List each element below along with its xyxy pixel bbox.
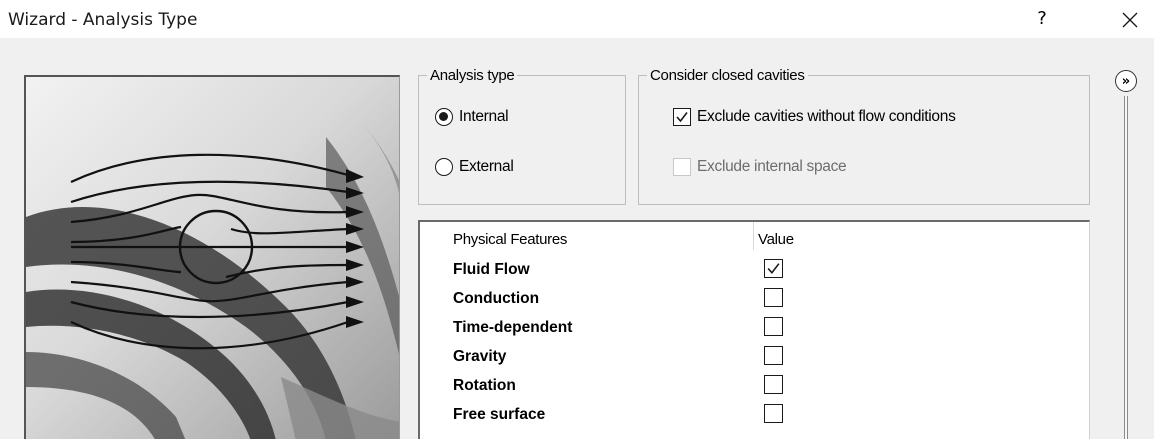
feature-name: Rotation xyxy=(453,377,516,394)
feature-name: Free surface xyxy=(453,406,546,423)
close-button[interactable] xyxy=(1112,4,1148,34)
free-surface-checkbox[interactable] xyxy=(764,404,783,423)
table-row: Rotation xyxy=(420,375,1090,397)
exclude-internal-space-label: Exclude internal space xyxy=(697,158,847,175)
window-title: Wizard - Analysis Type xyxy=(8,10,198,30)
table-row: Free surface xyxy=(420,404,1090,426)
table-row: Time-dependent xyxy=(420,317,1090,339)
table-row: Gravity xyxy=(420,346,1090,368)
closed-cavities-title: Consider closed cavities xyxy=(647,67,808,84)
exclude-internal-space-checkbox-box xyxy=(673,158,691,176)
closed-cavities-group: Consider closed cavities Exclude cavitie… xyxy=(638,67,1090,205)
conduction-checkbox[interactable] xyxy=(764,288,783,307)
column-divider[interactable] xyxy=(753,222,754,250)
column-header-features[interactable]: Physical Features xyxy=(453,231,567,248)
exclude-cavities-checkbox-box[interactable] xyxy=(673,108,691,126)
feature-name: Gravity xyxy=(453,348,507,365)
analysis-type-title: Analysis type xyxy=(427,67,518,84)
column-header-value[interactable]: Value xyxy=(758,231,794,248)
fluid-flow-checkbox[interactable] xyxy=(764,259,783,278)
flow-illustration xyxy=(24,75,400,439)
analysis-type-group: Analysis type Internal External xyxy=(418,67,626,205)
close-icon xyxy=(1122,12,1138,28)
side-panel-rail xyxy=(1124,96,1128,439)
checkmark-icon xyxy=(676,112,688,123)
radio-internal-indicator[interactable] xyxy=(435,108,453,126)
gravity-checkbox[interactable] xyxy=(764,346,783,365)
help-button[interactable]: ? xyxy=(1026,4,1058,34)
exclude-cavities-label: Exclude cavities without flow conditions xyxy=(697,108,956,125)
radio-external-label: External xyxy=(459,158,514,175)
title-bar: Wizard - Analysis Type ? xyxy=(0,0,1154,38)
checkmark-icon xyxy=(767,263,780,275)
exclude-cavities-checkbox[interactable]: Exclude cavities without flow conditions xyxy=(673,108,956,126)
radio-internal[interactable]: Internal xyxy=(435,108,509,126)
time-dependent-checkbox[interactable] xyxy=(764,317,783,336)
expand-panel-button[interactable]: » xyxy=(1115,70,1137,92)
flow-around-cylinder-illustration xyxy=(26,77,399,439)
table-row: Conduction xyxy=(420,288,1090,310)
rotation-checkbox[interactable] xyxy=(764,375,783,394)
wizard-client-area: Analysis type Internal External Consider… xyxy=(0,38,1154,439)
feature-name: Fluid Flow xyxy=(453,261,530,278)
exclude-internal-space-checkbox: Exclude internal space xyxy=(673,158,847,176)
double-chevron-right-icon: » xyxy=(1121,73,1131,89)
radio-external[interactable]: External xyxy=(435,158,514,176)
radio-external-indicator[interactable] xyxy=(435,158,453,176)
radio-internal-label: Internal xyxy=(459,108,509,125)
feature-name: Time-dependent xyxy=(453,319,573,336)
physical-features-table: Physical Features Value Fluid Flow Condu… xyxy=(418,220,1090,439)
table-row: Fluid Flow xyxy=(420,259,1090,281)
feature-name: Conduction xyxy=(453,290,540,307)
